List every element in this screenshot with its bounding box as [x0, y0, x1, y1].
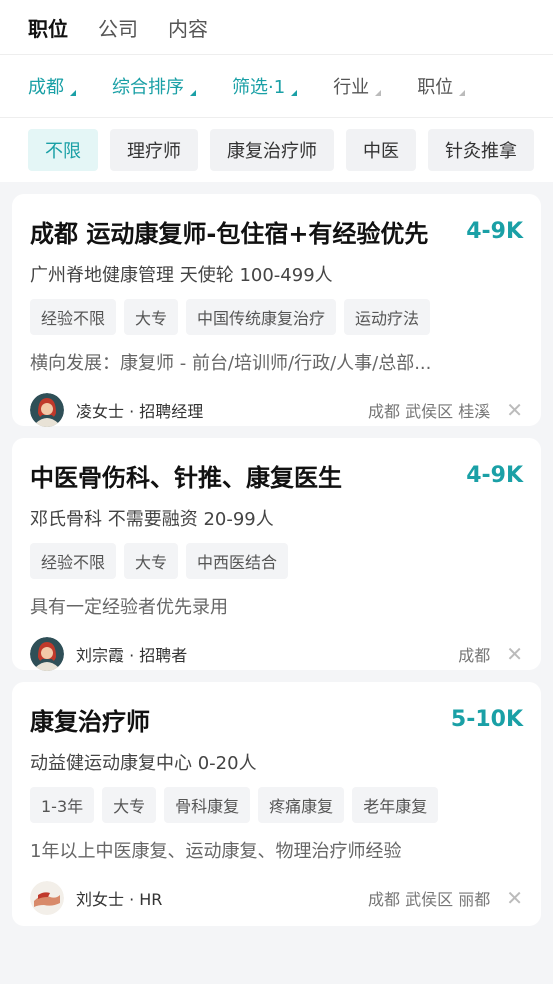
- job-salary: 4-9K: [466, 463, 523, 488]
- filter-bar: 成都 综合排序 筛选·1 行业 职位: [0, 55, 553, 117]
- filter-city-label: 成都: [28, 77, 64, 98]
- dismiss-icon[interactable]: ✕: [506, 888, 523, 908]
- filter-screen[interactable]: 筛选·1: [232, 73, 298, 99]
- job-tag: 疼痛康复: [258, 787, 345, 823]
- company-info: 邓氏骨科 不需要融资 20-99人: [30, 509, 274, 530]
- dropdown-triangle-icon: [190, 90, 196, 96]
- job-salary: 5-10K: [450, 707, 523, 732]
- category-chips: 不限 理疗师 康复治疗师 中医 针灸推拿: [0, 118, 553, 182]
- job-tag: 中西医结合: [186, 543, 289, 579]
- job-list: 成都 运动康复师-包住宿+有经验优先 4-9K 广州脊地健康管理 天使轮 100…: [0, 182, 553, 926]
- filter-screen-label: 筛选·1: [232, 77, 286, 98]
- top-tabs: 职位 公司 内容: [0, 0, 553, 54]
- job-description: 1年以上中医康复、运动康复、物理治疗师经验: [30, 841, 402, 862]
- job-tag: 1-3年: [30, 787, 95, 823]
- dismiss-icon[interactable]: ✕: [506, 644, 523, 664]
- filter-position[interactable]: 职位: [417, 73, 466, 99]
- job-location: 成都 武侯区 桂溪: [368, 402, 491, 421]
- job-tag: 运动疗法: [344, 299, 431, 335]
- woman-avatar-icon: [30, 393, 64, 427]
- job-tag: 老年康复: [352, 787, 439, 823]
- chip-physiotherapist[interactable]: 理疗师: [110, 129, 198, 171]
- job-location: 成都 武侯区 丽都: [368, 890, 491, 909]
- filter-position-label: 职位: [417, 77, 454, 98]
- tab-jobs[interactable]: 职位: [28, 13, 68, 42]
- job-card[interactable]: 成都 运动康复师-包住宿+有经验优先 4-9K 广州脊地健康管理 天使轮 100…: [12, 194, 541, 427]
- chip-rehab-therapist[interactable]: 康复治疗师: [210, 129, 334, 171]
- dropdown-triangle-icon: [459, 90, 466, 96]
- dismiss-icon[interactable]: ✕: [506, 400, 523, 420]
- filter-sort[interactable]: 综合排序: [112, 73, 196, 99]
- filter-industry-label: 行业: [333, 77, 370, 98]
- hands-avatar-icon: [30, 881, 64, 915]
- company-info: 动益健运动康复中心 0-20人: [30, 753, 257, 774]
- dropdown-triangle-icon: [291, 90, 298, 96]
- job-tag: 骨科康复: [164, 787, 251, 823]
- woman-avatar-icon: [30, 637, 64, 671]
- job-description: 横向发展：康复师 - 前台/培训师/行政/人事/总部...: [30, 353, 432, 374]
- chip-tcm[interactable]: 中医: [346, 129, 416, 171]
- tab-companies[interactable]: 公司: [98, 13, 138, 42]
- chip-unlimited[interactable]: 不限: [28, 129, 98, 171]
- job-description: 具有一定经验者优先录用: [30, 597, 228, 618]
- recruiter-name: 刘宗霞 · 招聘者: [76, 646, 188, 665]
- job-card[interactable]: 中医骨伤科、针推、康复医生 4-9K 邓氏骨科 不需要融资 20-99人 经验不…: [12, 438, 541, 671]
- job-salary: 4-9K: [466, 219, 523, 244]
- company-info: 广州脊地健康管理 天使轮 100-499人: [30, 265, 333, 286]
- job-title: 成都 运动康复师-包住宿+有经验优先: [30, 220, 429, 248]
- recruiter-name: 刘女士 · HR: [76, 890, 163, 909]
- job-tag: 大专: [124, 299, 179, 335]
- job-card[interactable]: 康复治疗师 5-10K 动益健运动康复中心 0-20人 1-3年 大专 骨科康复…: [12, 682, 541, 926]
- job-location: 成都: [458, 646, 491, 665]
- dropdown-triangle-icon: [70, 90, 76, 96]
- job-title: 康复治疗师: [30, 708, 150, 736]
- job-tag: 经验不限: [30, 543, 117, 579]
- recruiter-name: 凌女士 · 招聘经理: [76, 402, 204, 421]
- dropdown-triangle-icon: [375, 90, 382, 96]
- job-title: 中医骨伤科、针推、康复医生: [30, 464, 342, 492]
- job-tag: 经验不限: [30, 299, 117, 335]
- filter-sort-label: 综合排序: [112, 77, 184, 98]
- job-tag: 中国传统康复治疗: [186, 299, 337, 335]
- filter-city[interactable]: 成都: [28, 73, 76, 99]
- job-tag: 大专: [124, 543, 179, 579]
- filter-industry[interactable]: 行业: [333, 73, 382, 99]
- job-tag: 大专: [102, 787, 157, 823]
- chip-acupuncture[interactable]: 针灸推拿: [428, 129, 534, 171]
- tab-content[interactable]: 内容: [168, 13, 208, 42]
